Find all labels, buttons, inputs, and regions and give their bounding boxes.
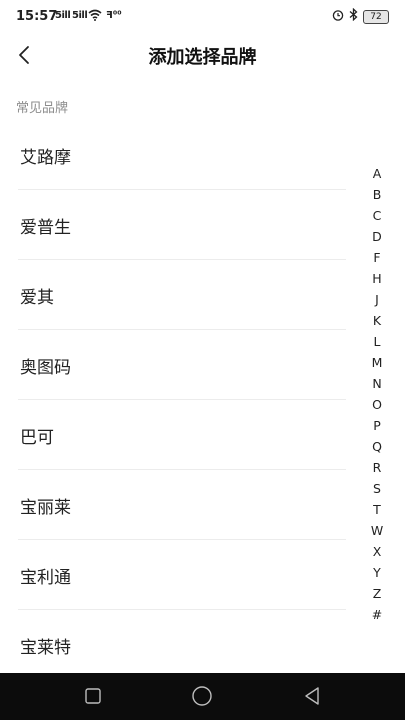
bluetooth-icon (349, 7, 358, 25)
status-bar: 15:57 5ill 5ill ꟻ⁰⁰ 72 (0, 0, 405, 34)
recent-apps-button[interactable] (84, 685, 102, 711)
index-letter[interactable]: N (369, 373, 385, 394)
brand-list-item[interactable]: 爱其 (0, 260, 360, 330)
triangle-back-icon (302, 687, 322, 711)
brand-list-item[interactable]: 宝莱特 (0, 610, 360, 680)
signal-strength-sim2: 5ill (72, 10, 88, 21)
index-letter[interactable]: O (369, 394, 385, 415)
index-letter[interactable]: B (369, 184, 385, 205)
brand-list-item[interactable]: 巴可 (0, 400, 360, 470)
signal-strength-sim1: 5ill (55, 10, 71, 21)
status-right-icons: 72 (332, 7, 389, 25)
index-letter[interactable]: T (369, 499, 385, 520)
index-letter[interactable]: S (369, 478, 385, 499)
brand-list-item[interactable]: 爱普生 (0, 190, 360, 260)
index-letter[interactable]: D (369, 226, 385, 247)
common-brands-label: 常见品牌 (16, 101, 69, 116)
brand-list-item[interactable]: 宝丽莱 (0, 470, 360, 540)
index-letter[interactable]: H (369, 268, 385, 289)
brand-name: 宝莱特 (20, 638, 71, 658)
nfc-status: ꟻ⁰⁰ (106, 10, 122, 21)
index-letter[interactable]: Z (369, 583, 385, 604)
brand-name: 巴可 (20, 428, 54, 448)
brand-list-item[interactable]: 艾路摩 (0, 120, 360, 190)
brand-name: 宝利通 (20, 568, 71, 588)
home-button[interactable] (191, 685, 213, 711)
brand-name: 爱普生 (20, 218, 71, 238)
index-letter[interactable]: R (369, 457, 385, 478)
index-letter[interactable]: X (369, 541, 385, 562)
status-time: 15:57 (16, 9, 58, 24)
index-letter[interactable]: # (369, 604, 385, 625)
index-letter[interactable]: L (369, 331, 385, 352)
brand-list-item[interactable]: 宝利通 (0, 540, 360, 610)
alarm-icon (332, 9, 344, 25)
index-letter[interactable]: F (369, 247, 385, 268)
index-letter[interactable]: J (369, 289, 385, 310)
index-letter[interactable]: W (369, 520, 385, 541)
brand-name: 奥图码 (20, 358, 71, 378)
index-letter[interactable]: A (369, 163, 385, 184)
index-letter[interactable]: Y (369, 562, 385, 583)
index-letter[interactable]: K (369, 310, 385, 331)
wifi-icon (88, 9, 102, 25)
brand-list: 艾路摩 爱普生 爱其 奥图码 巴可 宝丽莱 宝利通 宝莱特 (0, 120, 360, 680)
alphabet-index-bar[interactable]: A B C D F H J K L M N O P Q R S T W X Y … (369, 163, 385, 625)
header-bar: 添加选择品牌 (0, 34, 405, 76)
brand-name: 艾路摩 (20, 148, 71, 168)
index-letter[interactable]: Q (369, 436, 385, 457)
square-icon (84, 688, 102, 711)
system-navigation-bar (0, 673, 405, 720)
system-back-button[interactable] (302, 685, 322, 711)
brand-name: 宝丽莱 (20, 498, 71, 518)
index-letter[interactable]: M (369, 352, 385, 373)
page-title: 添加选择品牌 (148, 47, 257, 68)
index-letter[interactable]: C (369, 205, 385, 226)
circle-icon (191, 686, 213, 711)
brand-name: 爱其 (20, 288, 54, 308)
index-letter[interactable]: P (369, 415, 385, 436)
battery-level: 72 (363, 9, 389, 24)
brand-list-item[interactable]: 奥图码 (0, 330, 360, 400)
